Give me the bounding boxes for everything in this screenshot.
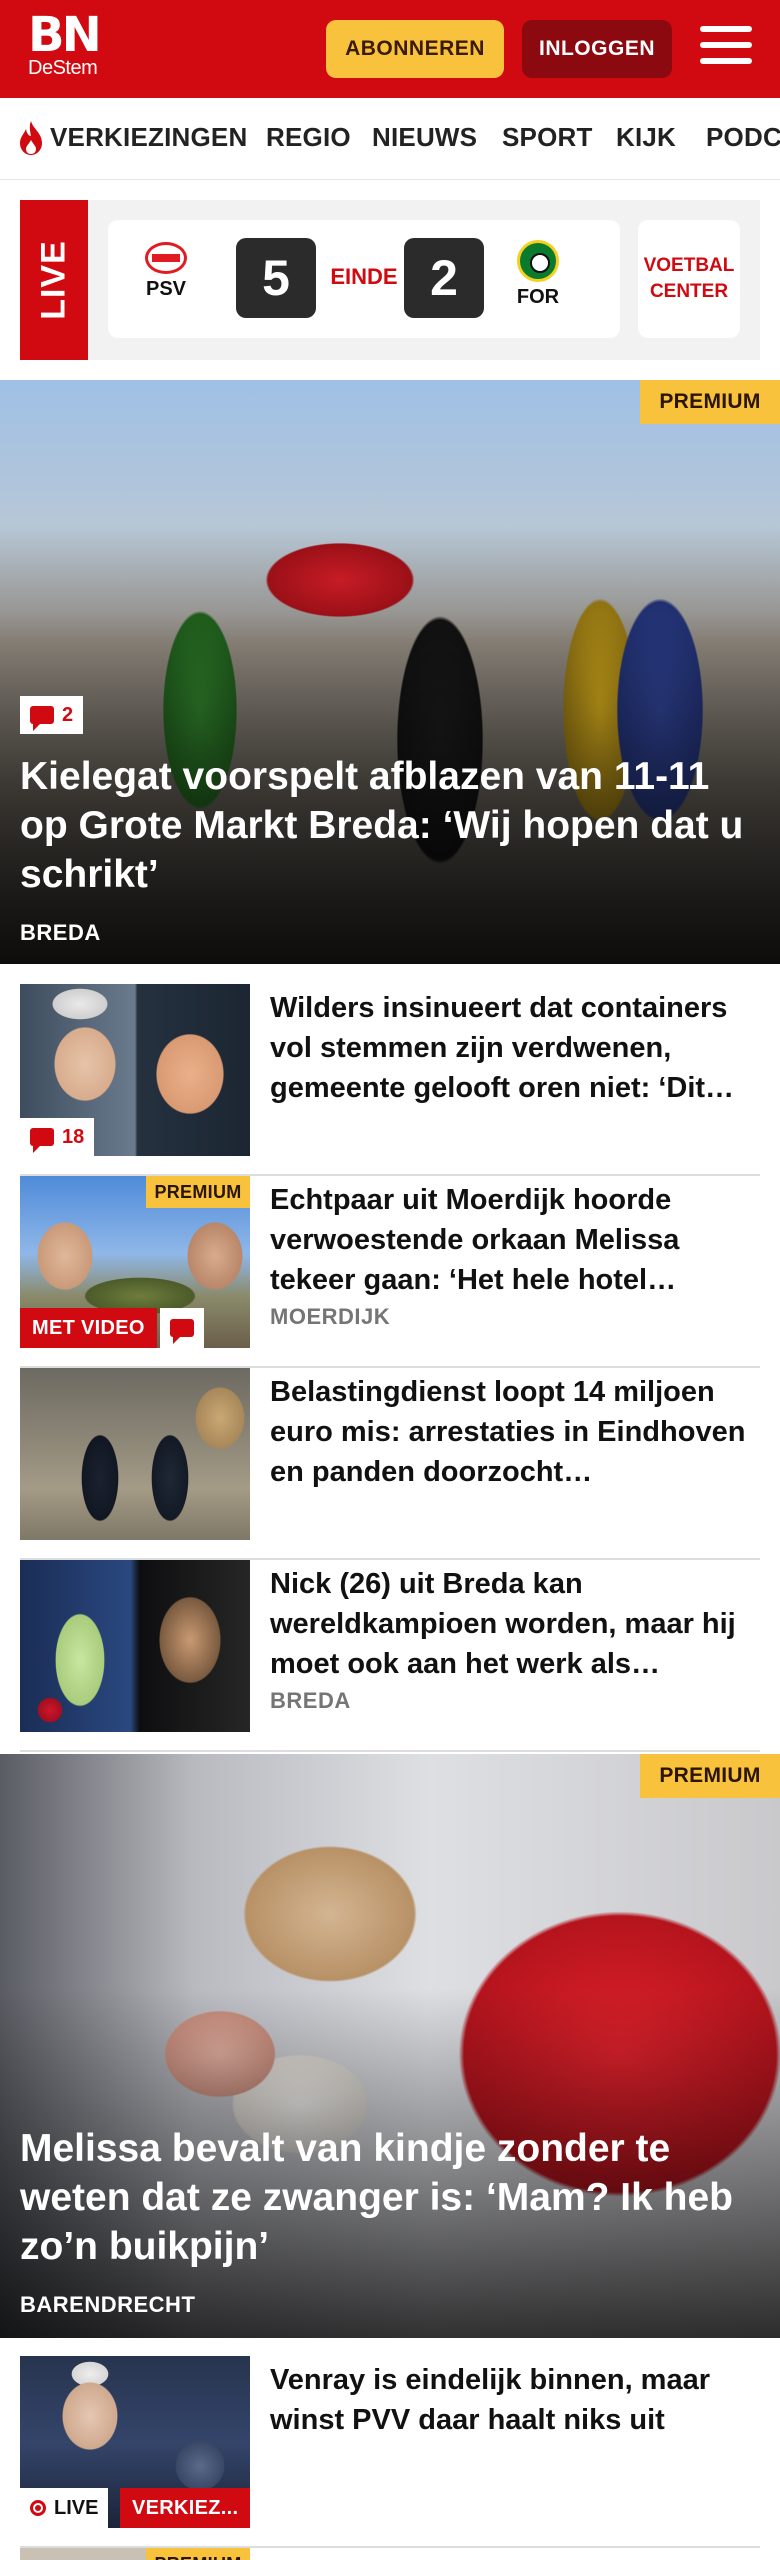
list-item[interactable]: PREMIUM [20,2548,760,2560]
nav-item-kijk[interactable]: KIJK [616,122,676,153]
nav-item-nieuws[interactable]: NIEUWS [372,122,477,153]
article-title[interactable]: Echtpaar uit Moerdijk hoorde verwoestend… [270,1180,760,1300]
premium-badge: PREMIUM [146,1176,250,1208]
fortuna-crest-icon [517,240,559,282]
list-item[interactable]: Belastingdienst loopt 14 miljoen euro mi… [20,1368,760,1560]
hero-title[interactable]: Melissa bevalt van kindje zonder te wete… [20,2124,760,2271]
flame-icon [20,121,42,155]
logo-main: BN [28,7,102,63]
away-score: 2 [404,238,484,318]
comment-icon [170,1319,194,1344]
hero-article-melissa[interactable]: PREMIUM Melissa bevalt van kindje zonder… [0,1754,780,2338]
list-item[interactable]: 18 Wilders insinueert dat containers vol… [20,984,760,1176]
hero-category[interactable]: BARENDRECHT [20,2292,195,2318]
comment-count-badge[interactable]: 2 [20,696,84,734]
live-score-widget: LIVE PSV 5 EINDE 2 FOR VOETBAL CENTER [20,200,760,360]
football-center-line1: VOETBAL [643,255,735,276]
football-center-line2: CENTER [649,281,729,302]
list-item[interactable]: PREMIUM MET VIDEO Echtpaar uit Moerdijk … [20,1176,760,1368]
thumbnail-next: PREMIUM [20,2548,250,2560]
psv-crest-icon [145,242,187,274]
thumbnail-boxer-nick [20,1560,250,1732]
comment-count-badge[interactable]: 18 [20,1118,95,1156]
section-nav: VERKIEZINGEN REGIO NIEUWS SPORT KIJK POD… [0,98,780,180]
article-title[interactable]: Wilders insinueert dat containers vol st… [270,988,760,1108]
premium-badge: PREMIUM [640,380,780,424]
nav-item-verkiezingen[interactable]: VERKIEZINGEN [50,122,247,153]
home-team: PSV [136,242,196,301]
article-title[interactable]: Nick (26) uit Breda kan wereldkampioen w… [270,1564,760,1684]
top-bar: BN DeStem ABONNEREN INLOGGEN [0,0,780,98]
list-item[interactable]: Nick (26) uit Breda kan wereldkampioen w… [20,1560,760,1752]
live-label: LIVE [54,2496,99,2519]
comment-icon [30,1128,54,1153]
away-team: FOR [508,240,568,309]
hero-article-kielegat[interactable]: PREMIUM 2 Kielegat voorspelt afblazen va… [0,380,780,964]
nav-item-regio[interactable]: REGIO [266,122,351,153]
comment-count: 2 [62,703,74,726]
football-center-link[interactable]: VOETBAL CENTER [638,220,740,338]
topic-tag[interactable]: VERKIEZ... [120,2488,250,2528]
article-title[interactable]: Venray is eindelijk binnen, maar winst P… [270,2360,760,2440]
home-team-name: PSV [145,278,187,300]
home-score: 5 [236,238,316,318]
thumbnail-moerdijk-couple: PREMIUM MET VIDEO [20,1176,250,1348]
thumbnail-police-raid [20,1368,250,1540]
comment-icon [30,706,54,731]
match-status: EINDE [330,264,398,289]
thumbnail-wilders-trump: 18 [20,984,250,1156]
article-category[interactable]: BREDA [270,1688,351,1714]
premium-badge: PREMIUM [146,2548,250,2560]
logo-sub: DeStem [28,57,98,79]
subscribe-button[interactable]: ABONNEREN [326,20,504,78]
thumbnail-wilders-press: LIVE VERKIEZ... [20,2356,250,2528]
hero-category[interactable]: BREDA [20,920,101,946]
article-title[interactable]: Belastingdienst loopt 14 miljoen euro mi… [270,1372,760,1492]
comment-count: 18 [62,1125,85,1148]
menu-icon[interactable] [700,26,752,72]
away-team-name: FOR [516,286,560,308]
live-dot-icon [30,2500,46,2516]
premium-badge: PREMIUM [640,1754,780,1798]
article-category[interactable]: MOERDIJK [270,1304,390,1330]
comment-badge[interactable] [160,1308,204,1348]
video-tag: MET VIDEO [20,1308,157,1348]
list-item[interactable]: LIVE VERKIEZ... Venray is eindelijk binn… [20,2356,760,2548]
site-logo[interactable]: BN DeStem [28,7,102,79]
hero-title[interactable]: Kielegat voorspelt afblazen van 11-11 op… [20,752,760,899]
login-button[interactable]: INLOGGEN [522,20,672,78]
live-tag: LIVE [20,200,88,360]
nav-item-sport[interactable]: SPORT [502,122,593,153]
live-tag: LIVE [20,2488,109,2528]
match-card[interactable]: PSV 5 EINDE 2 FOR [108,220,620,338]
nav-item-podcasts[interactable]: PODC [706,122,780,153]
